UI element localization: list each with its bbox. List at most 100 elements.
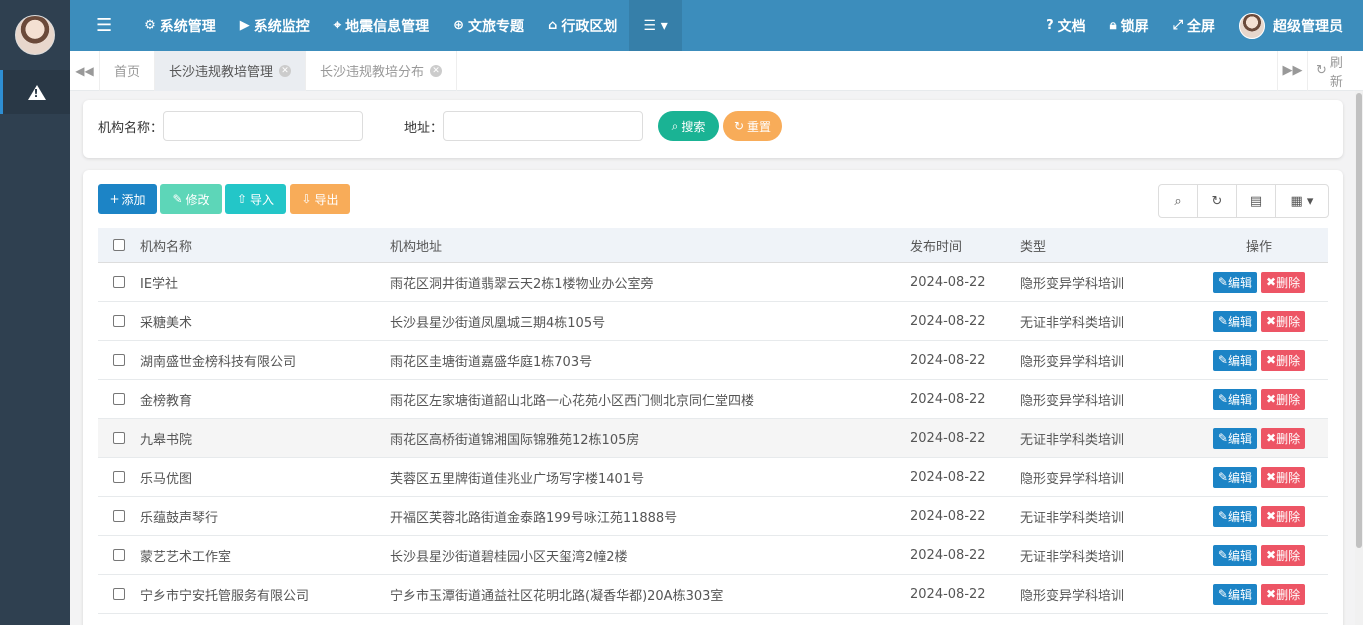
cell-address: 长沙县星沙街道碧桂园小区天玺湾2幢2楼: [390, 549, 628, 565]
close-icon: ✖: [1266, 509, 1277, 523]
nav-more-dropdown[interactable]: ☰ ▾: [629, 0, 682, 51]
cell-actions: ✎ 编辑 ✖ 删除: [1190, 466, 1328, 488]
user-name: 超级管理员: [1273, 18, 1343, 35]
row-delete-button[interactable]: ✖ 删除: [1261, 505, 1306, 527]
reset-button-label: 重置: [747, 119, 772, 134]
close-icon: ✖: [1266, 275, 1277, 289]
table-row[interactable]: 采糖美术 长沙县星沙街道凤凰城三期4栋105号 2024-08-22 无证非学科…: [98, 302, 1328, 341]
export-button[interactable]: ⇩ 导出: [290, 184, 350, 214]
close-icon[interactable]: ✕: [430, 64, 443, 77]
question-circle-icon: ?: [1046, 18, 1054, 33]
search-icon[interactable]: ⌕: [1159, 185, 1198, 217]
nav-item-system-management[interactable]: ⚙ 系统管理: [132, 0, 228, 51]
row-edit-button[interactable]: ✎ 编辑: [1212, 583, 1257, 605]
sidebar-avatar-area: [0, 0, 70, 70]
row-checkbox[interactable]: [113, 432, 125, 444]
row-checkbox[interactable]: [113, 549, 125, 561]
refresh-icon[interactable]: ↻: [1198, 185, 1237, 217]
row-edit-button[interactable]: ✎ 编辑: [1212, 388, 1257, 410]
row-delete-button[interactable]: ✖ 删除: [1261, 544, 1306, 566]
cell-address: 雨花区洞井街道翡翠云天2栋1楼物业办公室旁: [390, 276, 654, 292]
cell-actions: ✎ 编辑 ✖ 删除: [1190, 271, 1328, 293]
row-edit-button[interactable]: ✎ 编辑: [1212, 466, 1257, 488]
tabs-scroll-right-icon[interactable]: ▶▶: [1277, 50, 1307, 91]
nav-item-system-monitor[interactable]: ▶ 系统监控: [228, 0, 322, 51]
menu-toggle-icon[interactable]: ☰: [70, 0, 132, 51]
tab-home[interactable]: 首页: [100, 50, 156, 91]
row-checkbox[interactable]: [113, 588, 125, 600]
nav-lock-label: 锁屏: [1120, 18, 1149, 35]
row-delete-button[interactable]: ✖ 删除: [1261, 388, 1306, 410]
table-row[interactable]: 乐马优图 芙蓉区五里牌街道佳兆业广场写字楼1401号 2024-08-22 隐形…: [98, 458, 1328, 497]
row-delete-button[interactable]: ✖ 删除: [1261, 466, 1306, 488]
tab-violation-distribution[interactable]: 长沙违规教培分布 ✕: [306, 50, 458, 91]
close-icon: ✖: [1266, 548, 1277, 562]
list-view-icon[interactable]: ▤: [1237, 185, 1276, 217]
nav-item-admin-division[interactable]: ⌂ 行政区划: [536, 0, 629, 51]
tab-violation-management[interactable]: 长沙违规教培管理 ✕: [155, 50, 307, 91]
import-button[interactable]: ⇧ 导入: [225, 184, 286, 214]
table-row[interactable]: 宁乡市宁安托管服务有限公司 宁乡市玉潭街道通益社区花明北路(凝香华都)20A栋3…: [98, 575, 1328, 614]
nav-label: 地震信息管理: [345, 18, 430, 35]
row-delete-button[interactable]: ✖ 删除: [1261, 349, 1306, 371]
address-input[interactable]: [443, 111, 643, 141]
institution-name-label: 机构名称：: [98, 121, 164, 136]
nav-docs[interactable]: ? 文档: [1034, 0, 1098, 51]
table-row[interactable]: 湖南盛世金榜科技有限公司 雨花区圭塘街道嘉盛华庭1栋703号 2024-08-2…: [98, 341, 1328, 380]
cell-time: 2024-08-22: [910, 313, 986, 329]
nav-label: 系统监控: [253, 18, 310, 35]
row-delete-button[interactable]: ✖ 删除: [1261, 271, 1306, 293]
row-edit-button[interactable]: ✎ 编辑: [1212, 505, 1257, 527]
row-checkbox[interactable]: [113, 510, 125, 522]
cell-type: 无证非学科类培训: [1020, 549, 1125, 565]
row-delete-label: 删除: [1276, 275, 1301, 290]
table-row[interactable]: 九皋书院 雨花区高桥街道锦湘国际锦雅苑12栋105房 2024-08-22 无证…: [98, 419, 1328, 458]
row-checkbox[interactable]: [113, 315, 125, 327]
add-button[interactable]: + 添加: [98, 184, 157, 214]
institution-name-input[interactable]: [163, 111, 363, 141]
reset-button[interactable]: ↻ 重置: [723, 111, 782, 141]
data-table: 机构名称 机构地址 发布时间 类型 操作 IE学社 雨花区洞井街道翡翠云天2栋1…: [98, 228, 1328, 614]
scrollbar-thumb[interactable]: [1356, 93, 1362, 548]
row-checkbox[interactable]: [113, 354, 125, 366]
sidebar-item-warning[interactable]: [0, 70, 70, 114]
table-row[interactable]: 金榜教育 雨花区左家塘街道韶山北路一心花苑小区西门侧北京同仁堂四楼 2024-0…: [98, 380, 1328, 419]
refresh-button[interactable]: ↻ 刷新: [1307, 50, 1363, 91]
table-row[interactable]: IE学社 雨花区洞井街道翡翠云天2栋1楼物业办公室旁 2024-08-22 隐形…: [98, 263, 1328, 302]
download-icon: ⇩: [301, 192, 312, 206]
close-icon[interactable]: ✕: [279, 64, 292, 77]
search-button[interactable]: ⌕ 搜索: [658, 111, 719, 141]
row-edit-button[interactable]: ✎ 编辑: [1212, 427, 1257, 449]
row-edit-button[interactable]: ✎ 编辑: [1212, 544, 1257, 566]
row-checkbox[interactable]: [113, 471, 125, 483]
row-edit-label: 编辑: [1227, 509, 1252, 524]
row-edit-button[interactable]: ✎ 编辑: [1212, 310, 1257, 332]
table-row[interactable]: 蒙艺艺术工作室 长沙县星沙街道碧桂园小区天玺湾2幢2楼 2024-08-22 无…: [98, 536, 1328, 575]
refresh-icon: ↻: [1316, 63, 1327, 78]
page-scrollbar[interactable]: [1355, 91, 1363, 625]
nav-item-culture-tourism[interactable]: ⊕ 文旅专题: [441, 0, 536, 51]
tabs-scroll-left-icon[interactable]: ◀◀: [70, 50, 100, 91]
avatar[interactable]: [15, 15, 55, 55]
row-edit-button[interactable]: ✎ 编辑: [1212, 349, 1257, 371]
bank-icon: ⌂: [548, 18, 558, 33]
nav-item-earthquake-info[interactable]: ⌖ 地震信息管理: [322, 0, 441, 51]
row-delete-button[interactable]: ✖ 删除: [1261, 427, 1306, 449]
row-checkbox[interactable]: [113, 276, 125, 288]
row-delete-button[interactable]: ✖ 删除: [1261, 310, 1306, 332]
nav-lock[interactable]: 🔒︎ 锁屏: [1098, 0, 1161, 51]
nav-docs-label: 文档: [1057, 18, 1086, 35]
edit-button[interactable]: ✎ 修改: [160, 184, 222, 214]
row-edit-button[interactable]: ✎ 编辑: [1212, 271, 1257, 293]
columns-grid-icon[interactable]: ▦ ▾: [1276, 185, 1328, 217]
nav-user[interactable]: 超级管理员: [1227, 0, 1363, 51]
row-delete-button[interactable]: ✖ 删除: [1261, 583, 1306, 605]
table-row[interactable]: 乐蕴鼓声琴行 开福区芙蓉北路街道金泰路199号咏江苑11888号 2024-08…: [98, 497, 1328, 536]
nav-fullscreen[interactable]: ⤢ 全屏: [1161, 0, 1227, 51]
select-all-checkbox[interactable]: [113, 239, 125, 251]
lock-icon: 🔒︎: [1109, 18, 1117, 33]
row-checkbox[interactable]: [113, 393, 125, 405]
edit-icon: ✎: [1217, 509, 1228, 523]
cell-time: 2024-08-22: [910, 430, 986, 446]
cell-name: 九皋书院: [140, 432, 193, 448]
